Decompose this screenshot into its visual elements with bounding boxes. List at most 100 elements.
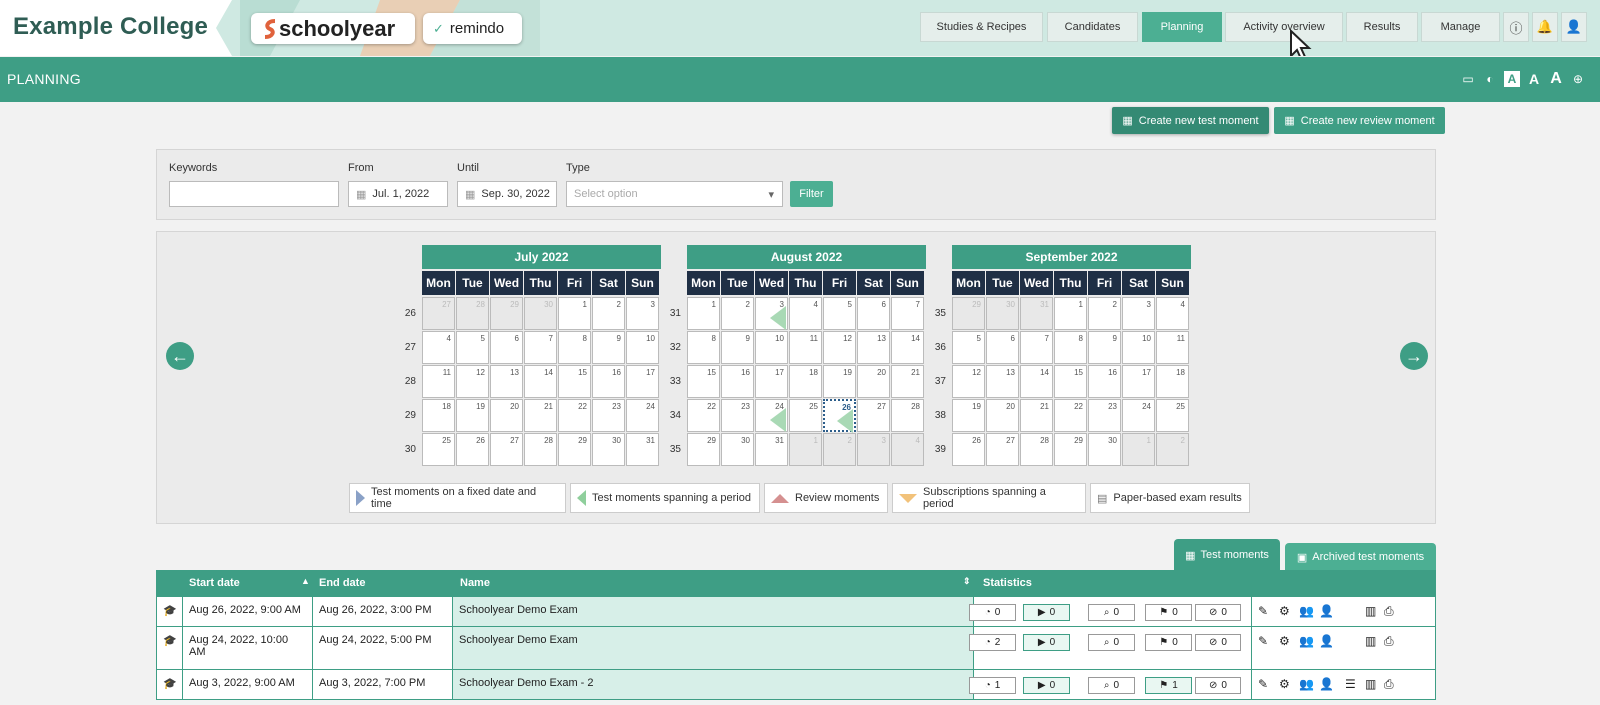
previous-month-arrow-icon[interactable]: ← (166, 342, 194, 370)
type-select[interactable]: Select option ▾ (566, 181, 783, 207)
calendar-day[interactable]: 2 (721, 297, 754, 330)
calendar-day[interactable]: 24 (1122, 399, 1155, 432)
globe-icon[interactable]: ⊕ (1570, 71, 1586, 87)
calendar-day[interactable]: 9 (592, 331, 625, 364)
calendar-day[interactable]: 11 (789, 331, 822, 364)
calendar-day[interactable]: 16 (721, 365, 754, 398)
statistic-badge[interactable]: ⌕ 0 (1088, 677, 1135, 694)
user-settings-icon[interactable]: 👤 (1319, 604, 1334, 618)
users-icon[interactable]: 👥 (1299, 604, 1314, 618)
calendar-day[interactable]: 7 (524, 331, 557, 364)
test-moment-period-marker[interactable] (837, 409, 853, 433)
calendar-day[interactable]: 12 (823, 331, 856, 364)
calendar-day[interactable]: 2 (592, 297, 625, 330)
calendar-day[interactable]: 14 (891, 331, 924, 364)
calendar-day[interactable]: 2 (823, 433, 856, 466)
statistic-badge[interactable]: ⊘ 0 (1195, 634, 1241, 651)
calendar-day[interactable]: 20 (857, 365, 890, 398)
calendar-day[interactable]: 30 (1088, 433, 1121, 466)
user-icon[interactable]: 👤 (1561, 12, 1587, 42)
statistic-badge[interactable]: ◔ 0 (969, 604, 1016, 621)
edit-icon[interactable]: ✎ (1258, 634, 1268, 648)
calendar-day[interactable]: 26 (456, 433, 489, 466)
calendar-day[interactable]: 3 (1122, 297, 1155, 330)
create-review-moment-button[interactable]: ▦ Create new review moment (1274, 107, 1445, 134)
nav-results[interactable]: Results (1346, 12, 1418, 42)
test-moment-period-marker[interactable] (770, 408, 786, 432)
calendar-day[interactable]: 13 (986, 365, 1019, 398)
calendar-day[interactable]: 8 (1054, 331, 1087, 364)
report-icon[interactable]: ▥ (1365, 677, 1376, 691)
calendar-day[interactable]: 21 (1020, 399, 1053, 432)
calendar-day[interactable]: 28 (456, 297, 489, 330)
calendar-day[interactable]: 25 (422, 433, 455, 466)
calendar-day[interactable]: 22 (1054, 399, 1087, 432)
calendar-day[interactable]: 28 (891, 399, 924, 432)
calendar-day[interactable]: 2 (1088, 297, 1121, 330)
column-end-date[interactable]: End date (319, 577, 365, 589)
filter-button[interactable]: Filter (790, 181, 833, 207)
settings-icon[interactable]: ⚙ (1279, 677, 1290, 691)
calendar-day[interactable]: 19 (456, 399, 489, 432)
calendar-day[interactable]: 14 (1020, 365, 1053, 398)
calendar-day[interactable]: 3 (626, 297, 659, 330)
edit-icon[interactable]: ✎ (1258, 677, 1268, 691)
statistic-badge[interactable]: ⌕ 0 (1088, 604, 1135, 621)
report-icon[interactable]: ▥ (1365, 634, 1376, 648)
calendar-day[interactable]: 10 (1122, 331, 1155, 364)
nav-activity-overview[interactable]: Activity overview (1225, 12, 1343, 42)
calendar-day[interactable]: 2 (1156, 433, 1189, 466)
pdf-icon[interactable]: ⎙ (1384, 634, 1394, 649)
calendar-day[interactable]: 17 (626, 365, 659, 398)
calendar-day[interactable]: 6 (986, 331, 1019, 364)
calendar-day[interactable]: 7 (1020, 331, 1053, 364)
calendar-day[interactable]: 27 (986, 433, 1019, 466)
calendar-day[interactable]: 5 (952, 331, 985, 364)
sort-ascending-icon[interactable]: ▲ (301, 576, 310, 586)
calendar-day[interactable]: 1 (1054, 297, 1087, 330)
calendar-day[interactable]: 12 (456, 365, 489, 398)
calendar-day[interactable]: 15 (687, 365, 720, 398)
calendar-day[interactable]: 29 (1054, 433, 1087, 466)
legend-fixed-date[interactable]: Test moments on a fixed date and time (349, 483, 566, 513)
calendar-day[interactable]: 15 (558, 365, 591, 398)
calendar-day[interactable]: 18 (1156, 365, 1189, 398)
calendar-day[interactable]: 6 (490, 331, 523, 364)
calendar-day[interactable]: 28 (524, 433, 557, 466)
font-large-icon[interactable]: A (1548, 70, 1564, 87)
calendar-day[interactable]: 23 (592, 399, 625, 432)
statistic-badge[interactable]: ▶ 0 (1023, 677, 1070, 694)
calendar-day[interactable]: 9 (1088, 331, 1121, 364)
calendar-day[interactable]: 11 (1156, 331, 1189, 364)
calendar-day[interactable]: 5 (456, 331, 489, 364)
calendar-day[interactable]: 10 (755, 331, 788, 364)
next-month-arrow-icon[interactable]: → (1400, 342, 1428, 370)
laptop-icon[interactable]: ▭ (1460, 71, 1476, 87)
statistic-badge[interactable]: ⚑ 0 (1145, 634, 1192, 651)
settings-icon[interactable]: ⚙ (1279, 634, 1290, 648)
calendar-day[interactable]: 28 (1020, 433, 1053, 466)
calendar-day[interactable]: 30 (524, 297, 557, 330)
calendar-day[interactable]: 29 (687, 433, 720, 466)
calendar-day[interactable]: 17 (755, 365, 788, 398)
calendar-day[interactable]: 24 (626, 399, 659, 432)
calendar-day[interactable]: 27 (422, 297, 455, 330)
calendar-day[interactable]: 26 (823, 399, 856, 433)
calendar-day[interactable]: 1 (1122, 433, 1155, 466)
calendar-day[interactable]: 8 (558, 331, 591, 364)
calendar-day[interactable]: 29 (490, 297, 523, 330)
calendar-day[interactable]: 4 (789, 297, 822, 330)
calendar-day[interactable]: 21 (891, 365, 924, 398)
calendar-day[interactable]: 1 (789, 433, 822, 466)
calendar-day[interactable]: 15 (1054, 365, 1087, 398)
calendar-day[interactable]: 25 (1156, 399, 1189, 432)
statistic-badge[interactable]: ◔ 2 (969, 634, 1016, 651)
font-small-icon[interactable]: A (1504, 71, 1520, 87)
nav-studies[interactable]: Studies & Recipes (920, 12, 1043, 42)
nav-candidates[interactable]: Candidates (1047, 12, 1138, 42)
calendar-day[interactable]: 31 (1020, 297, 1053, 330)
statistic-badge[interactable]: ▶ 0 (1023, 634, 1070, 651)
calendar-day[interactable]: 12 (952, 365, 985, 398)
column-start-date[interactable]: Start date (189, 577, 240, 589)
calendar-day[interactable]: 8 (687, 331, 720, 364)
